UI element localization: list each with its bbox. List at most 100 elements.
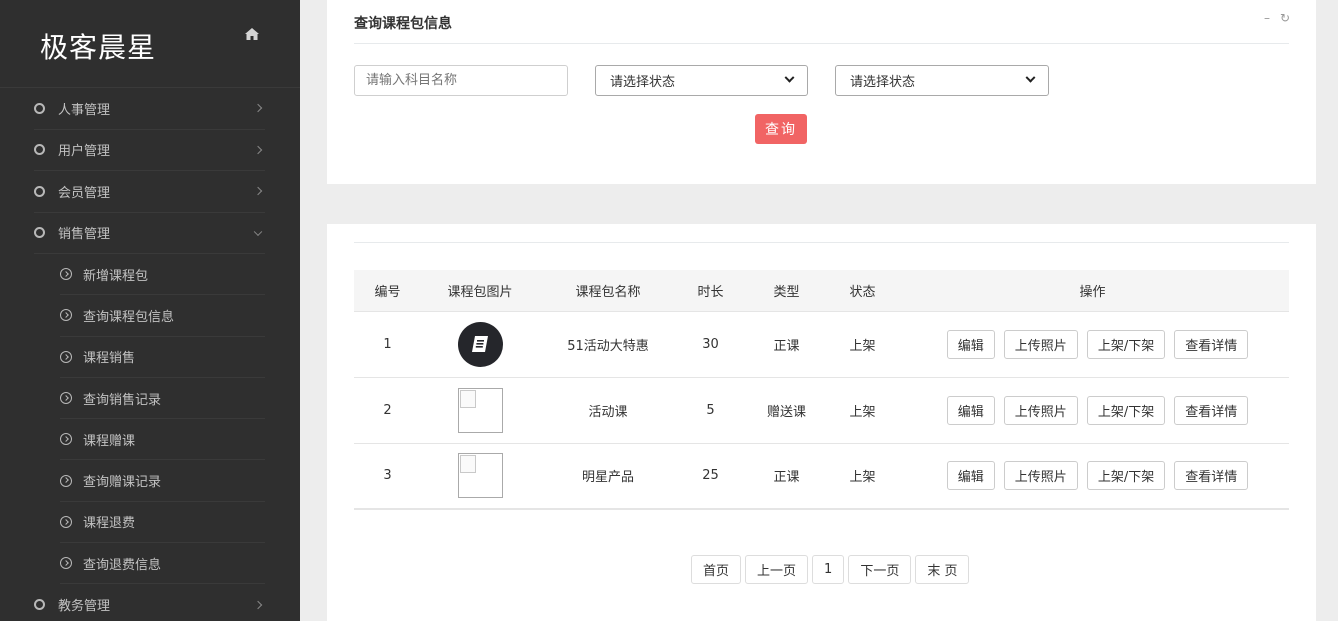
sidebar-item-label: 销售管理 [58,227,111,243]
sidebar-subitem-new-package[interactable]: 新增课程包 [60,254,265,296]
cell-id: 1 [383,336,392,352]
edit-button[interactable]: 编辑 [946,461,995,491]
first-page-button[interactable]: 首页 [691,555,742,584]
sidebar-subitem-query-package[interactable]: 查询课程包信息 [60,295,265,337]
sidebar-subitem-label: 查询销售记录 [83,392,162,408]
chevron-right-icon [253,145,263,154]
cell-id: 2 [383,402,392,418]
arrow-circle-icon [60,350,72,363]
view-details-button[interactable]: 查看详情 [1174,329,1249,359]
view-details-button[interactable]: 查看详情 [1174,461,1249,491]
sidebar-subitem-refund[interactable]: 课程退费 [60,502,265,544]
upload-photo-button[interactable]: 上传照片 [1003,395,1078,425]
upload-photo-button[interactable]: 上传照片 [1003,461,1078,491]
arrow-circle-icon [60,268,72,281]
package-image [457,321,503,367]
sidebar-subitem-label: 查询退费信息 [83,557,162,573]
circle-icon [34,185,45,197]
chevron-right-icon [253,600,263,609]
chevron-down-icon [253,227,263,236]
arrow-circle-icon [60,474,72,487]
current-page-button[interactable]: 1 [812,555,845,584]
table-header-row: 编号 课程包图片 课程包名称 时长 类型 状态 操作 [354,270,1289,311]
edit-button[interactable]: 编辑 [946,395,995,425]
circle-icon [34,599,45,611]
subject-name-input[interactable] [354,65,568,96]
sidebar-subitem-label: 课程退费 [83,516,136,532]
sidebar-subitem-gift-records[interactable]: 查询赠课记录 [60,460,265,502]
pagination: 首页 上一页 1 下一页 末 页 [691,555,970,584]
toggle-listing-button[interactable]: 上架/下架 [1086,395,1166,425]
divider [354,242,1289,243]
table-row: 1 51活动大特惠 30 正课 上架 编辑 上传照片 上架/下架 查看详情 [354,311,1289,377]
toggle-listing-button[interactable]: 上架/下架 [1086,461,1166,491]
sidebar-item-label: 会员管理 [58,185,111,201]
status-select-1[interactable]: 请选择状态 [595,65,808,96]
panel-title: 查询课程包信息 [354,16,452,32]
divider [354,43,1289,44]
circle-icon [34,227,45,239]
sidebar-subitem-label: 课程赠课 [83,433,136,449]
arrow-circle-icon [60,392,72,405]
cell-actions: 编辑 上传照片 上架/下架 查看详情 [896,377,1289,443]
broken-image-icon [457,387,503,433]
document-icon [472,336,488,352]
cell-status: 上架 [849,404,876,420]
broken-image-icon [457,453,503,499]
status-select-2[interactable]: 请选择状态 [835,65,1049,96]
cell-duration: 30 [702,336,719,352]
sidebar-item-users[interactable]: 用户管理 [34,130,265,171]
main-content: 查询课程包信息 – ↻ 请选择状态 请选择状态 查询 编号 课程包图片 [300,0,1338,621]
collapse-icon[interactable]: – [1264,11,1270,25]
sidebar-item-personnel[interactable]: 人事管理 [34,88,265,130]
view-details-button[interactable]: 查看详情 [1174,395,1249,425]
sidebar-item-members[interactable]: 会员管理 [34,171,265,213]
sidebar-subitem-label: 新增课程包 [83,268,149,284]
sidebar-subitem-course-sales[interactable]: 课程销售 [60,337,265,378]
arrow-circle-icon [60,515,72,528]
query-button[interactable]: 查询 [755,114,807,144]
table-row: 3 明星产品 25 正课 上架 编辑 上传照片 上架/下架 查看详情 [354,443,1289,509]
sidebar-subitem-sales-records[interactable]: 查询销售记录 [60,378,265,420]
cell-type: 正课 [773,338,800,354]
logo: 极客晨星 [40,31,157,64]
arrow-circle-icon [60,557,72,570]
panel-tools: – ↻ [1264,11,1290,25]
home-icon[interactable] [244,27,260,41]
cell-image [421,311,539,377]
cell-type: 赠送课 [766,404,806,420]
table-row: 2 活动课 5 赠送课 上架 编辑 上传照片 上架/下架 查看详情 [354,377,1289,443]
last-page-button[interactable]: 末 页 [915,555,970,584]
chevron-right-icon [253,187,263,196]
header-id: 编号 [374,284,401,300]
header-actions: 操作 [1079,284,1106,300]
circle-icon [34,102,45,114]
cell-duration: 25 [702,468,719,484]
sidebar-item-academic[interactable]: 教务管理 [34,584,265,621]
cell-actions: 编辑 上传照片 上架/下架 查看详情 [896,443,1289,509]
edit-button[interactable]: 编辑 [946,329,995,359]
circle-icon [34,144,45,156]
sidebar-subitem-refund-records[interactable]: 查询退费信息 [60,543,265,585]
sidebar-subitem-label: 查询赠课记录 [83,475,162,491]
course-package-table: 编号 课程包图片 课程包名称 时长 类型 状态 操作 1 51活动大特惠 30 … [354,270,1289,510]
sidebar-item-label: 教务管理 [58,599,111,615]
upload-photo-button[interactable]: 上传照片 [1003,329,1078,359]
header-image: 课程包图片 [447,284,513,300]
toggle-listing-button[interactable]: 上架/下架 [1086,329,1166,359]
cell-name: 明星产品 [581,470,634,486]
cell-status: 上架 [849,470,876,486]
header-type: 类型 [773,284,800,300]
refresh-icon[interactable]: ↻ [1280,11,1290,25]
header-name: 课程包名称 [575,284,641,300]
sidebar-item-sales[interactable]: 销售管理 [34,213,265,254]
header-status: 状态 [849,284,876,300]
header-duration: 时长 [697,284,724,300]
prev-page-button[interactable]: 上一页 [745,555,809,584]
sidebar-subitem-label: 查询课程包信息 [83,309,175,325]
sidebar-nav: 人事管理 用户管理 会员管理 销售管理 新增课程包 查询课程包信息 课程销售 查… [0,88,300,621]
cell-image [421,377,539,443]
arrow-circle-icon [60,309,72,322]
next-page-button[interactable]: 下一页 [848,555,912,584]
sidebar-subitem-gift-course[interactable]: 课程赠课 [60,419,265,461]
